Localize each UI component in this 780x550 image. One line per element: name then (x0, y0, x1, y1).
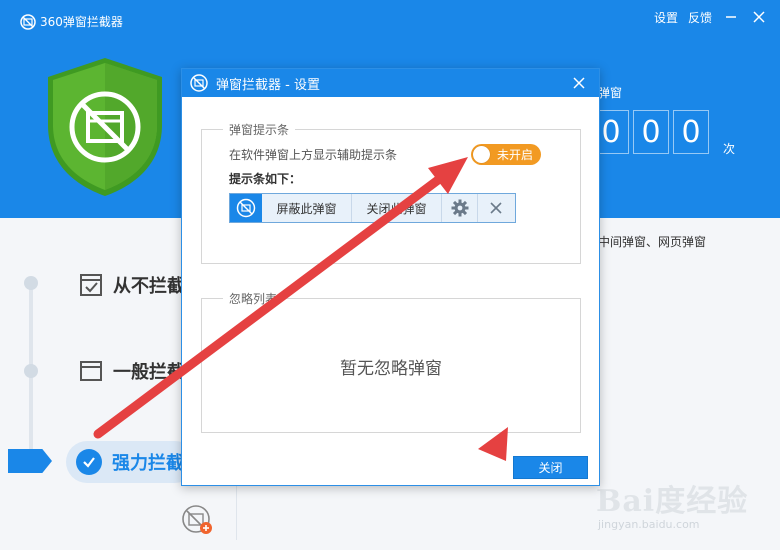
check-icon (76, 449, 102, 475)
counter-digit: 0 (673, 110, 709, 154)
feedback-link[interactable]: 反馈 (688, 9, 712, 26)
add-window-icon[interactable] (180, 504, 214, 536)
popup-blocker-icon (230, 194, 262, 222)
close-icon (490, 202, 502, 214)
window-close-button[interactable] (750, 8, 768, 26)
notice-bar-toggle[interactable]: 未开启 (471, 144, 541, 165)
checkbox-window-icon (80, 274, 102, 296)
block-popup-button[interactable]: 屏蔽此弹窗 (262, 194, 352, 222)
popup-blocker-icon (190, 74, 208, 92)
preview-label: 提示条如下： (229, 172, 302, 186)
timeline-dot (24, 276, 38, 290)
mode-never-block[interactable]: 从不拦截 (79, 272, 185, 298)
settings-link[interactable]: 设置 (654, 9, 678, 26)
counter-digit: 0 (633, 110, 669, 154)
watermark: Bai度经验 jingyan.baidu.com (596, 476, 776, 546)
mode-label: 一般拦截 (113, 362, 185, 383)
close-button[interactable]: 关闭 (513, 456, 588, 479)
app-title: 360弹窗拦截器 (40, 15, 123, 29)
counter-digits: 0 0 0 (593, 110, 709, 154)
dialog-close-button[interactable] (569, 73, 589, 93)
toggle-label: 未开启 (497, 148, 534, 162)
window-icon (80, 361, 102, 381)
watermark-brand: Bai度经验 (596, 484, 749, 519)
divider (236, 480, 237, 540)
close-icon (753, 11, 765, 23)
timeline-dot (24, 364, 38, 378)
mode-strong-block-content: 强力拦截 (76, 449, 184, 475)
group-legend: 忽略列表 (223, 290, 284, 307)
toggle-knob (473, 146, 490, 163)
notice-description: 在软件弹窗上方显示辅助提示条 (229, 148, 398, 162)
gear-icon (451, 199, 468, 217)
ignore-list-group: 忽略列表 暂无忽略弹窗 (201, 290, 581, 433)
watermark-url: jingyan.baidu.com (598, 518, 700, 531)
notice-bar-preview: 屏蔽此弹窗 关闭此弹窗 (229, 193, 516, 223)
close-icon (573, 77, 585, 89)
shield-icon (48, 58, 162, 196)
app-title-bar: 360弹窗拦截器 (20, 13, 123, 30)
mode-label: 从不拦截 (113, 276, 185, 297)
bar-settings-button[interactable] (442, 194, 478, 222)
app-logo-icon (20, 13, 36, 30)
active-mode-flag (8, 449, 52, 473)
blocked-types-text: 中间弹窗、网页弹窗 (598, 235, 707, 249)
counter-unit: 次 (723, 142, 736, 156)
notice-bar-group: 弹窗提示条 在软件弹窗上方显示辅助提示条 未开启 提示条如下： 屏蔽此弹窗 关闭… (201, 121, 581, 264)
settings-dialog: 弹窗拦截器 - 设置 弹窗提示条 在软件弹窗上方显示辅助提示条 未开启 提示条如… (181, 68, 600, 486)
minimize-icon (726, 16, 736, 18)
dialog-title: 弹窗拦截器 - 设置 (216, 77, 320, 93)
ignore-list-empty: 暂无忽略弹窗 (340, 359, 442, 379)
window-controls: 设置 反馈 (654, 8, 768, 26)
minimize-button[interactable] (722, 8, 740, 26)
dialog-title-bar: 弹窗拦截器 - 设置 (182, 69, 599, 97)
group-legend: 弹窗提示条 (223, 121, 296, 138)
mode-normal-block[interactable]: 一般拦截 (79, 358, 185, 384)
bar-close-button[interactable] (478, 194, 514, 222)
close-popup-button[interactable]: 关闭此弹窗 (352, 194, 442, 222)
mode-label: 强力拦截 (112, 453, 184, 474)
counter-label: 弹窗 (598, 86, 623, 100)
